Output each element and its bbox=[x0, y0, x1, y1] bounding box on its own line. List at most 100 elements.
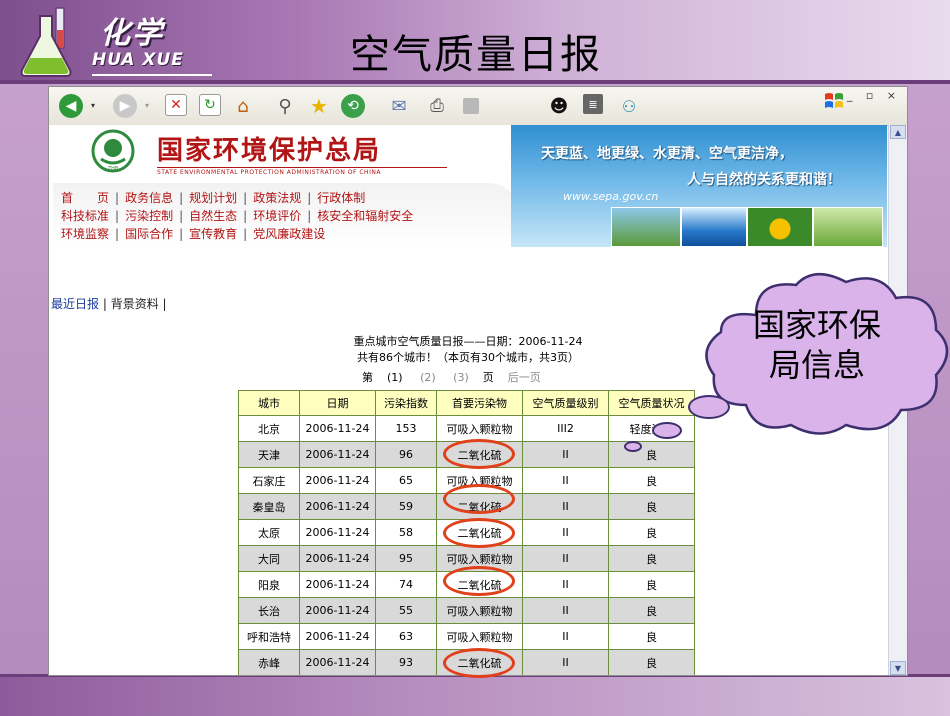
research-icon[interactable]: ≣ bbox=[583, 94, 603, 114]
forward-dropdown-icon[interactable]: ▾ bbox=[145, 101, 149, 110]
cell-status: 良 bbox=[608, 441, 695, 468]
thumb-sunflower bbox=[747, 207, 813, 247]
favorites-icon[interactable]: ★ bbox=[307, 94, 331, 118]
cell-status: 良 bbox=[608, 519, 695, 546]
cell-index: 55 bbox=[375, 597, 437, 624]
cell-date: 2006-11-24 bbox=[299, 623, 376, 650]
svg-text:ZHB: ZHB bbox=[108, 166, 119, 172]
pager: 第 (1) (2) (3) 页 后一页 bbox=[362, 369, 541, 385]
messenger-icon[interactable]: ☻ bbox=[547, 94, 571, 118]
pager-next[interactable]: 后一页 bbox=[508, 371, 541, 384]
cell-grade: II bbox=[522, 649, 609, 675]
highlight-ring bbox=[443, 484, 515, 514]
nav-item-tech-standards[interactable]: 科技标准 bbox=[61, 209, 109, 223]
nav-item-home[interactable]: 首 页 bbox=[61, 191, 109, 205]
callout-bubble-large bbox=[688, 395, 730, 419]
cell-index: 65 bbox=[375, 467, 437, 494]
cell-grade: II bbox=[522, 519, 609, 546]
slide-title: 空气质量日报 bbox=[350, 32, 602, 78]
pager-label: 第 bbox=[362, 371, 373, 384]
logo-pinyin: HUA XUE bbox=[92, 50, 184, 70]
cell-city: 阳泉 bbox=[238, 571, 300, 598]
cell-date: 2006-11-24 bbox=[299, 493, 376, 520]
nav-item-international[interactable]: 国际合作 bbox=[125, 227, 173, 241]
window-controls[interactable]: _ ▫ × bbox=[847, 89, 901, 102]
cell-date: 2006-11-24 bbox=[299, 441, 376, 468]
cell-index: 153 bbox=[375, 415, 437, 442]
cell-index: 58 bbox=[375, 519, 437, 546]
search-icon[interactable]: ⚲ bbox=[273, 94, 297, 118]
cell-grade: II bbox=[522, 597, 609, 624]
nav-item-ecology[interactable]: 自然生态 bbox=[189, 209, 237, 223]
stop-icon[interactable]: ✕ bbox=[165, 94, 187, 116]
nav-item-nuclear-safety[interactable]: 核安全和辐射安全 bbox=[317, 209, 413, 223]
cell-date: 2006-11-24 bbox=[299, 545, 376, 572]
pager-page-1[interactable]: (1) bbox=[387, 371, 403, 384]
cell-city: 秦皇岛 bbox=[238, 493, 300, 520]
banner-slogan-1: 天更蓝、地更绿、水更清、空气更洁净， bbox=[541, 146, 793, 162]
refresh-icon[interactable]: ↻ bbox=[199, 94, 221, 116]
cell-grade: II bbox=[522, 467, 609, 494]
sepa-emblem-icon: ZHB bbox=[91, 129, 135, 173]
cell-index: 63 bbox=[375, 623, 437, 650]
pager-page-2[interactable]: (2) bbox=[420, 371, 436, 384]
table-row: 呼和浩特 2006-11-24 63 可吸入颗粒物 II 良 bbox=[238, 623, 695, 650]
banner-image: 天更蓝、地更绿、水更清、空气更洁净， 人与自然的关系更和谐！ www.sepa.… bbox=[511, 125, 887, 247]
page-links: 最近日报 | 背景资料 | bbox=[51, 297, 167, 311]
nav-item-pollution-control[interactable]: 污染控制 bbox=[125, 209, 173, 223]
table-header-primary-pollutant: 首要污染物 bbox=[436, 390, 523, 416]
home-icon[interactable]: ⌂ bbox=[231, 94, 255, 118]
callout-text: 国家环保局信息 bbox=[752, 306, 881, 384]
nav-item-environment-assessment[interactable]: 环境评价 bbox=[253, 209, 301, 223]
back-dropdown-icon[interactable]: ▾ bbox=[91, 101, 95, 110]
cell-pollutant: 可吸入颗粒物 bbox=[436, 597, 523, 624]
cell-status: 良 bbox=[608, 545, 695, 572]
nav-item-government-info[interactable]: 政务信息 bbox=[125, 191, 173, 205]
table-row: 北京 2006-11-24 153 可吸入颗粒物 III2 轻度污染 bbox=[238, 415, 695, 442]
site-banner: ZHB 国家环境保护总局 STATE ENVIRONMENTAL PROTECT… bbox=[49, 125, 887, 247]
nav-row-3: 环境监察 | 国际合作 | 宣传教育 | 党风廉政建设 bbox=[61, 227, 326, 241]
cell-status: 良 bbox=[608, 467, 695, 494]
contacts-icon[interactable]: ⚇ bbox=[617, 94, 641, 118]
nav-item-inspection[interactable]: 环境监察 bbox=[61, 227, 109, 241]
thumb-flowers bbox=[813, 207, 883, 247]
table-header-date: 日期 bbox=[299, 390, 376, 416]
history-icon[interactable]: ⟲ bbox=[341, 94, 365, 118]
highlight-ring bbox=[443, 518, 515, 548]
nav-item-planning[interactable]: 规划计划 bbox=[189, 191, 237, 205]
table-header-index: 污染指数 bbox=[375, 390, 437, 416]
nav-item-admin-system[interactable]: 行政体制 bbox=[317, 191, 365, 205]
cell-index: 95 bbox=[375, 545, 437, 572]
cell-grade: III2 bbox=[522, 415, 609, 442]
nav-row-1: 首 页 | 政务信息 | 规划计划 | 政策法规 | 行政体制 bbox=[61, 191, 366, 205]
link-background[interactable]: 背景资料 bbox=[111, 297, 159, 311]
link-recent-report[interactable]: 最近日报 bbox=[51, 297, 99, 311]
table-header-row: 城市 日期 污染指数 首要污染物 空气质量级别 空气质量状况 bbox=[238, 390, 695, 416]
header-divider bbox=[0, 80, 950, 84]
nav-item-publicity[interactable]: 宣传教育 bbox=[189, 227, 237, 241]
table-header-status: 空气质量状况 bbox=[608, 390, 695, 416]
nav-item-policy[interactable]: 政策法规 bbox=[253, 191, 301, 205]
nav-item-party-integrity[interactable]: 党风廉政建设 bbox=[253, 227, 325, 241]
cell-pollutant: 可吸入颗粒物 bbox=[436, 415, 523, 442]
mail-icon[interactable]: ✉ bbox=[387, 94, 411, 118]
cell-index: 74 bbox=[375, 571, 437, 598]
cell-grade: II bbox=[522, 545, 609, 572]
cell-date: 2006-11-24 bbox=[299, 597, 376, 624]
thumb-fields bbox=[611, 207, 681, 247]
edit-icon[interactable] bbox=[463, 98, 479, 114]
cell-city: 长治 bbox=[238, 597, 300, 624]
pager-page-3[interactable]: (3) bbox=[453, 371, 469, 384]
scroll-up-icon[interactable]: ▲ bbox=[890, 125, 906, 139]
site-nav: 首 页 | 政务信息 | 规划计划 | 政策法规 | 行政体制 科技标准 | 污染控制 | 自然生态 | 环… bbox=[53, 183, 519, 247]
back-icon[interactable]: ◀ bbox=[59, 94, 83, 118]
cell-date: 2006-11-24 bbox=[299, 467, 376, 494]
cell-index: 59 bbox=[375, 493, 437, 520]
callout-bubble-medium bbox=[652, 422, 682, 439]
scroll-down-icon[interactable]: ▼ bbox=[890, 661, 906, 675]
cell-status: 良 bbox=[608, 597, 695, 624]
forward-icon[interactable]: ▶ bbox=[113, 94, 137, 118]
print-icon[interactable]: ⎙ bbox=[425, 94, 449, 118]
cell-city: 石家庄 bbox=[238, 467, 300, 494]
logo-underline bbox=[92, 74, 212, 76]
